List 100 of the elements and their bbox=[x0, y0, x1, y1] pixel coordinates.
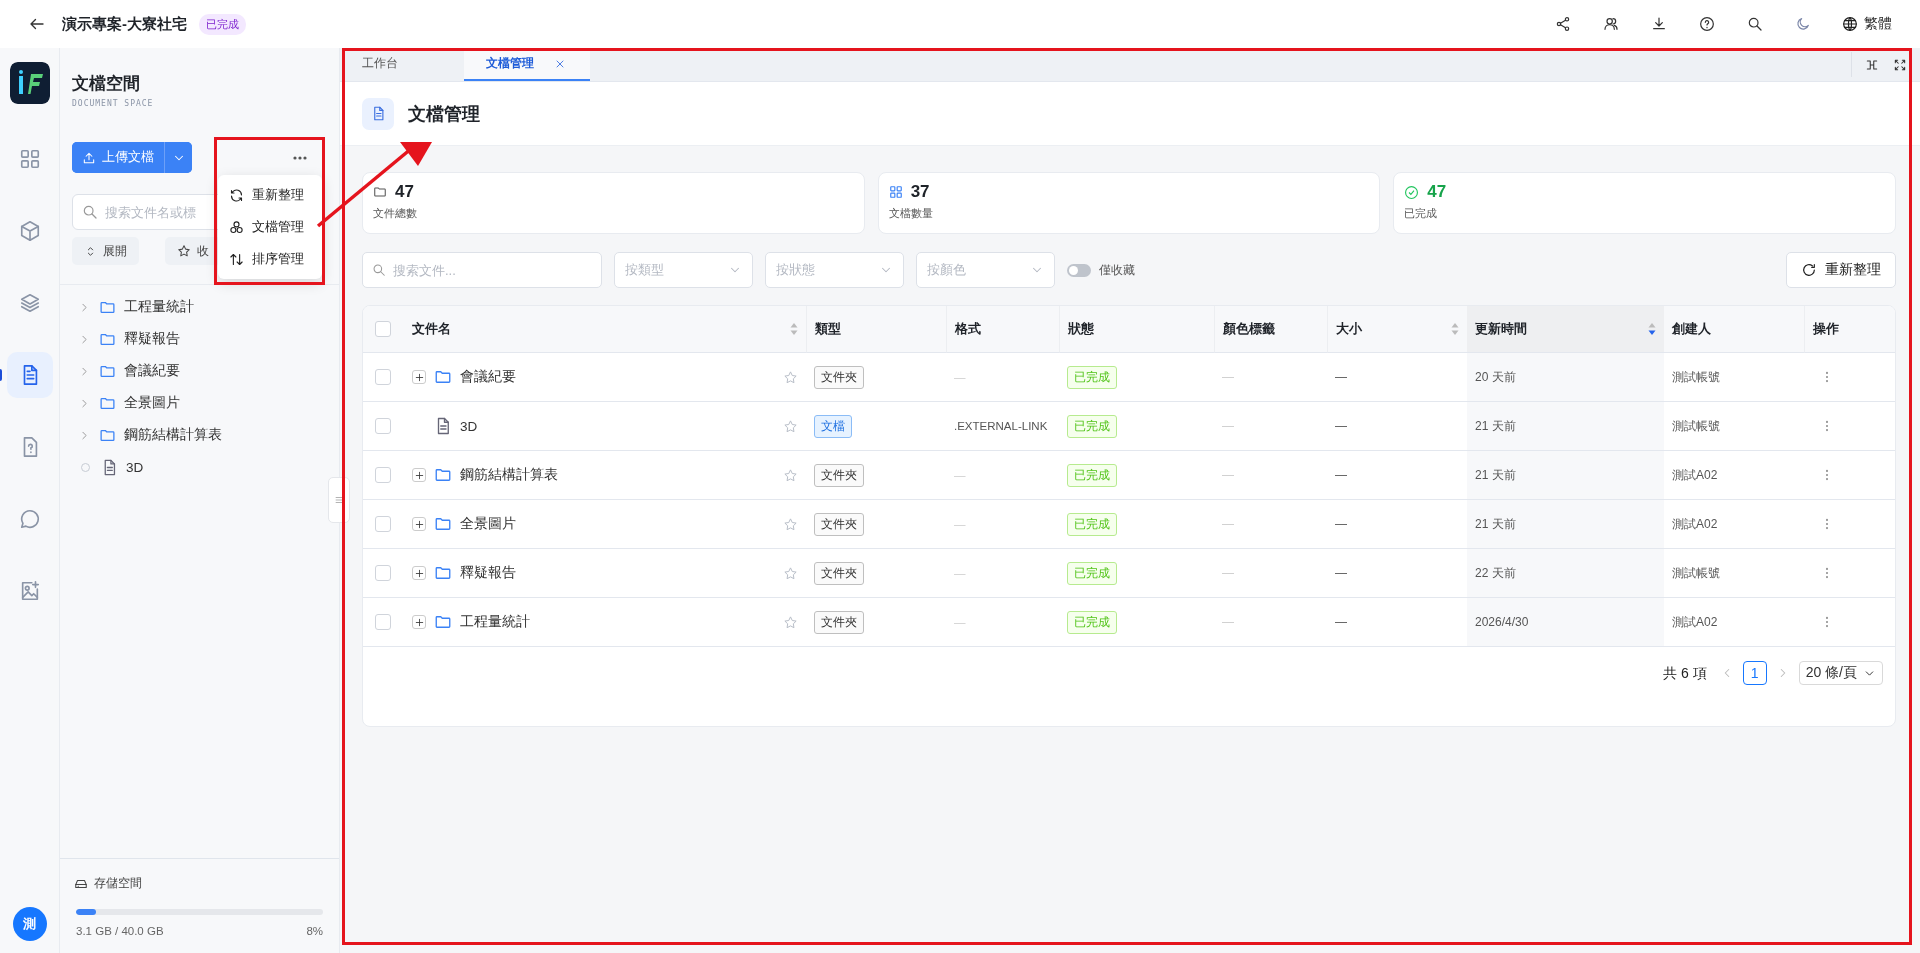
expand-button[interactable]: 展開 bbox=[72, 237, 139, 265]
file-name: 鋼筋結構計算表 bbox=[460, 466, 559, 484]
moon-icon bbox=[1795, 16, 1811, 32]
layers-icon bbox=[18, 292, 41, 314]
expand-row-button[interactable] bbox=[412, 517, 426, 531]
storage-used: 3.1 GB / 40.0 GB bbox=[76, 925, 164, 937]
favorites-button[interactable]: 收 bbox=[165, 237, 221, 265]
column-header: 創建人 bbox=[1664, 306, 1804, 353]
search-icon bbox=[1747, 16, 1763, 32]
total-count: 共 6 項 bbox=[1663, 664, 1707, 683]
status-badge: 已完成 bbox=[199, 13, 246, 35]
folder-icon bbox=[434, 515, 452, 533]
expand-row-button[interactable] bbox=[412, 615, 426, 629]
tree-item[interactable]: 鋼筋結構計算表 bbox=[60, 419, 228, 451]
type-tag: 文件夾 bbox=[814, 512, 864, 536]
folder-icon bbox=[434, 613, 452, 631]
grid-icon bbox=[888, 185, 903, 199]
refresh-icon bbox=[229, 187, 244, 203]
star-icon[interactable] bbox=[783, 369, 798, 385]
app-logo bbox=[9, 62, 50, 104]
page-title: 文檔管理 bbox=[408, 102, 480, 126]
plus-icon bbox=[413, 371, 425, 383]
expand-row-button[interactable] bbox=[412, 370, 426, 384]
plus-icon bbox=[413, 518, 425, 530]
row-checkbox[interactable] bbox=[375, 418, 391, 434]
format-text: — bbox=[954, 371, 966, 383]
format-text: — bbox=[954, 616, 966, 628]
storage-percent: 8% bbox=[306, 925, 323, 937]
folder-icon bbox=[434, 368, 452, 386]
project-title: 演示專案-大寮社宅 bbox=[62, 14, 187, 34]
tree-item[interactable]: 3D bbox=[60, 451, 150, 483]
star-icon[interactable] bbox=[783, 565, 798, 581]
color-tag-text: — bbox=[1222, 517, 1234, 531]
search-icon bbox=[372, 263, 386, 277]
column-header[interactable]: 大小 bbox=[1327, 306, 1467, 353]
status-tag: 已完成 bbox=[1067, 365, 1117, 389]
status-tag: 已完成 bbox=[1067, 610, 1117, 634]
format-text: — bbox=[954, 518, 966, 530]
chat-bubble-icon bbox=[18, 508, 41, 530]
column-header[interactable]: 文件名 bbox=[404, 306, 806, 353]
status-tag: 已完成 bbox=[1067, 512, 1117, 536]
check-circle-icon bbox=[1404, 184, 1420, 200]
plus-icon bbox=[413, 567, 425, 579]
row-checkbox[interactable] bbox=[375, 565, 391, 581]
row-checkbox[interactable] bbox=[375, 614, 391, 630]
upload-dropdown-button[interactable] bbox=[164, 142, 192, 173]
users-icon bbox=[1603, 16, 1619, 32]
color-tag-text: — bbox=[1222, 566, 1234, 580]
status-tag: 已完成 bbox=[1067, 414, 1117, 438]
star-icon[interactable] bbox=[783, 467, 798, 483]
color-tag-text: — bbox=[1222, 615, 1234, 629]
rail-item[interactable] bbox=[6, 352, 53, 398]
row-checkbox[interactable] bbox=[375, 467, 391, 483]
size-text: — bbox=[1335, 517, 1347, 531]
column-header[interactable]: 更新時間 bbox=[1467, 306, 1664, 353]
column-header: 操作 bbox=[1804, 306, 1895, 353]
page-button[interactable]: 1 bbox=[1742, 661, 1767, 685]
row-checkbox[interactable] bbox=[375, 369, 391, 385]
page-size-select[interactable]: 20 條/頁 bbox=[1798, 661, 1883, 685]
expand-row-button[interactable] bbox=[412, 468, 426, 482]
refresh-icon bbox=[1801, 262, 1817, 278]
help-icon bbox=[1699, 16, 1715, 32]
refresh-button[interactable]: 重新整理 bbox=[1786, 252, 1896, 288]
file-name: 工程量統計 bbox=[460, 613, 531, 631]
star-icon bbox=[177, 244, 191, 258]
status-tag: 已完成 bbox=[1067, 463, 1117, 487]
plus-icon bbox=[413, 469, 425, 481]
user-avatar[interactable]: 測 bbox=[12, 907, 47, 941]
tree-item[interactable]: 會議紀要 bbox=[60, 355, 186, 387]
column-header: 格式 bbox=[946, 306, 1059, 353]
sort-icon[interactable] bbox=[1648, 322, 1656, 336]
format-text: — bbox=[954, 469, 966, 481]
star-icon[interactable] bbox=[783, 614, 798, 630]
star-icon[interactable] bbox=[783, 516, 798, 532]
favorites-only-toggle[interactable]: 僅收藏 bbox=[1067, 261, 1135, 279]
type-tag: 文件夾 bbox=[814, 463, 864, 487]
collapse-icon bbox=[334, 495, 344, 505]
star-icon[interactable] bbox=[783, 418, 798, 434]
updated-time: 21 天前 bbox=[1475, 466, 1516, 484]
tree-item[interactable]: 釋疑報告 bbox=[60, 323, 186, 355]
folder-icon bbox=[434, 564, 452, 582]
tree-item[interactable]: 工程量統計 bbox=[60, 291, 200, 323]
type-tag: 文件夾 bbox=[814, 561, 864, 585]
expand-row-button[interactable] bbox=[412, 566, 426, 580]
grid-icon bbox=[18, 148, 41, 170]
creator-name: 測試A02 bbox=[1672, 515, 1718, 533]
globe-icon bbox=[1842, 16, 1858, 32]
select-all-checkbox[interactable] bbox=[375, 321, 391, 337]
color-tag-text: — bbox=[1222, 370, 1234, 384]
tab[interactable]: 工作台 bbox=[340, 48, 464, 81]
tree-item[interactable]: 全景圖片 bbox=[60, 387, 186, 419]
file-name: 釋疑報告 bbox=[460, 564, 517, 582]
search-field[interactable]: 搜索文件... bbox=[362, 252, 602, 288]
file-name: 3D bbox=[460, 418, 479, 434]
menu-item[interactable]: 排序管理 bbox=[218, 243, 322, 275]
language-button[interactable]: 繁體 bbox=[1838, 11, 1896, 37]
creator-name: 測試A02 bbox=[1672, 466, 1718, 484]
creator-name: 測試帳號 bbox=[1672, 368, 1720, 386]
row-checkbox[interactable] bbox=[375, 516, 391, 532]
format-text: — bbox=[954, 567, 966, 579]
